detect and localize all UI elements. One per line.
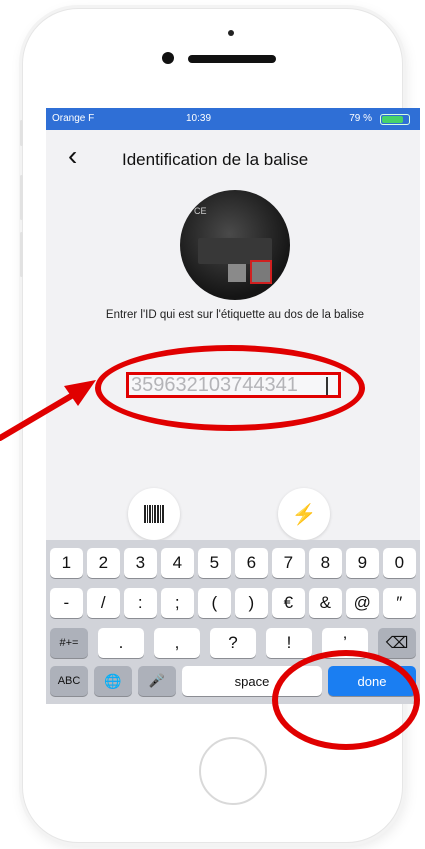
annotation-arrow — [0, 380, 96, 441]
arrow-shaft — [0, 389, 81, 441]
arrow-head — [64, 380, 96, 406]
